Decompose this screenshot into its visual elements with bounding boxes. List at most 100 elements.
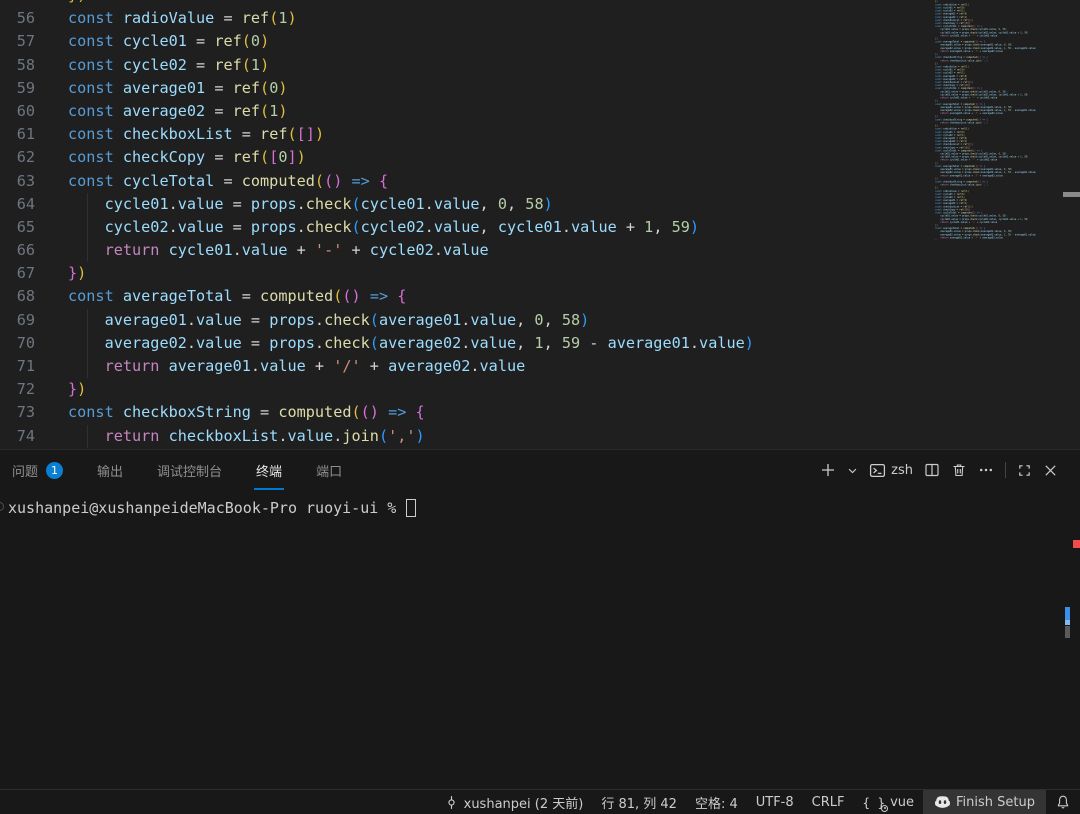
git-commit-icon — [444, 795, 459, 810]
chevron-down-icon — [847, 465, 858, 476]
panel-tabs: 问题 1 输出 调试控制台 终端 端口 — [0, 450, 374, 490]
code-line[interactable]: 66 return cycle01.value + '-' + cycle02.… — [0, 239, 1080, 262]
notifications-bell[interactable] — [1046, 790, 1080, 814]
actions-separator — [1005, 462, 1006, 478]
tab-debug-console-label: 调试控制台 — [157, 461, 222, 480]
indentation-item[interactable]: 空格: 4 — [686, 790, 747, 814]
terminal-overview-error-marker — [1073, 540, 1080, 548]
code-line[interactable]: 60const average02 = ref(1) — [0, 100, 1080, 123]
code-line[interactable]: 68const averageTotal = computed(() => { — [0, 285, 1080, 308]
tab-output[interactable]: 输出 — [95, 450, 125, 490]
line-number: 58 — [0, 54, 35, 77]
panel-more-actions-button[interactable] — [978, 462, 994, 478]
problems-count-badge: 1 — [46, 462, 63, 479]
line-number: 65 — [0, 216, 35, 239]
code-line[interactable]: 65 cycle02.value = props.check(cycle02.v… — [0, 216, 1080, 239]
line-number: 63 — [0, 170, 35, 193]
trash-icon — [951, 462, 967, 478]
bottom-panel: 问题 1 输出 调试控制台 终端 端口 — [0, 449, 1080, 789]
code-line[interactable]: 62const checkCopy = ref([0]) — [0, 146, 1080, 169]
braces-icon: { } — [863, 795, 886, 810]
line-number: 68 — [0, 285, 35, 308]
eol-label: CRLF — [812, 795, 845, 810]
line-number: 59 — [0, 77, 35, 100]
terminal-profile-dropdown[interactable] — [847, 465, 858, 476]
eol-item[interactable]: CRLF — [803, 790, 854, 814]
tab-terminal[interactable]: 终端 — [254, 450, 284, 490]
panel-actions: zsh — [820, 462, 1080, 479]
terminal-scrollbar-thumb[interactable] — [1065, 626, 1070, 638]
terminal-prompt-row: xushanpei@xushanpeideMacBook-Pro ruoyi-u… — [0, 490, 1080, 518]
tab-debug-console[interactable]: 调试控制台 — [155, 450, 224, 490]
new-terminal-button[interactable] — [820, 462, 836, 478]
encoding-label: UTF-8 — [756, 795, 794, 810]
code-line[interactable]: 61const checkboxList = ref([]) — [0, 123, 1080, 146]
tab-ports[interactable]: 端口 — [314, 450, 344, 490]
line-number: 69 — [0, 309, 35, 332]
code-line[interactable]: 69 average01.value = props.check(average… — [0, 309, 1080, 332]
code-line[interactable]: 58const cycle02 = ref(1) — [0, 54, 1080, 77]
line-number: 55 — [0, 0, 35, 7]
code-line[interactable]: 56const radioValue = ref(1) — [0, 7, 1080, 30]
minimap[interactable]: })const radioValue = ref(1)const cycle01… — [935, 0, 1070, 240]
finish-setup-label: Finish Setup — [956, 795, 1035, 810]
tab-problems-label: 问题 — [12, 461, 38, 480]
split-terminal-button[interactable] — [924, 462, 940, 478]
code-lines[interactable]: 55})56const radioValue = ref(1)57const c… — [0, 0, 1080, 448]
line-number: 74 — [0, 425, 35, 448]
tab-problems[interactable]: 问题 1 — [10, 450, 65, 490]
cursor-position-item[interactable]: 行 81, 列 42 — [592, 790, 686, 814]
terminal-scrollbar-command-marker[interactable] — [1065, 607, 1070, 620]
code-line[interactable]: 73const checkboxString = computed(() => … — [0, 401, 1080, 424]
line-number: 66 — [0, 239, 35, 262]
indent-guide — [87, 309, 88, 332]
code-line[interactable]: 63const cycleTotal = computed(() => { — [0, 170, 1080, 193]
terminal-cursor — [406, 499, 416, 517]
git-blame-item[interactable]: xushanpei (2 天前) — [435, 790, 593, 814]
terminal-scrollbar-command-marker-2[interactable] — [1065, 620, 1070, 625]
code-line[interactable]: 57const cycle01 = ref(0) — [0, 30, 1080, 53]
line-number: 64 — [0, 193, 35, 216]
finish-setup-item[interactable]: Finish Setup — [923, 790, 1046, 814]
line-number: 60 — [0, 100, 35, 123]
code-editor[interactable]: 55})56const radioValue = ref(1)57const c… — [0, 0, 1080, 449]
terminal-view[interactable]: xushanpei@xushanpeideMacBook-Pro ruoyi-u… — [0, 490, 1080, 788]
code-line[interactable]: 64 cycle01.value = props.check(cycle01.v… — [0, 193, 1080, 216]
indent-guide — [87, 355, 88, 378]
line-number: 70 — [0, 332, 35, 355]
line-number: 62 — [0, 146, 35, 169]
code-line[interactable]: 72}) — [0, 378, 1080, 401]
indentation-label: 空格: 4 — [695, 793, 738, 812]
bell-icon — [1055, 794, 1071, 810]
line-number: 56 — [0, 7, 35, 30]
indent-guide — [87, 216, 88, 239]
copilot-icon — [934, 794, 951, 811]
line-number: 72 — [0, 378, 35, 401]
close-panel-button[interactable] — [1043, 463, 1058, 478]
code-line[interactable]: 70 average02.value = props.check(average… — [0, 332, 1080, 355]
language-mode-item[interactable]: { } vue — [854, 790, 924, 814]
tab-ports-label: 端口 — [316, 461, 342, 480]
encoding-item[interactable]: UTF-8 — [747, 790, 803, 814]
code-line[interactable]: 55}) — [0, 0, 1080, 7]
terminal-instance-item[interactable]: zsh — [869, 462, 913, 479]
tab-terminal-label: 终端 — [256, 461, 282, 480]
git-blame-label: xushanpei (2 天前) — [464, 793, 584, 812]
terminal-icon — [869, 462, 886, 479]
indent-guide — [87, 332, 88, 355]
indent-guide — [87, 193, 88, 216]
shell-name: zsh — [891, 463, 913, 478]
code-line[interactable]: 59const average01 = ref(0) — [0, 77, 1080, 100]
line-number: 73 — [0, 401, 35, 424]
close-icon — [1043, 463, 1058, 478]
ellipsis-icon — [978, 462, 994, 478]
code-line[interactable]: 71 return average01.value + '/' + averag… — [0, 355, 1080, 378]
terminal-prompt: xushanpei@xushanpeideMacBook-Pro ruoyi-u… — [8, 498, 405, 518]
kill-terminal-button[interactable] — [951, 462, 967, 478]
code-line[interactable]: 74 return checkboxList.value.join(',') — [0, 425, 1080, 448]
status-bar: xushanpei (2 天前) 行 81, 列 42 空格: 4 UTF-8 … — [0, 789, 1080, 814]
indent-guide — [87, 425, 88, 448]
code-line[interactable]: 67}) — [0, 262, 1080, 285]
line-number: 57 — [0, 30, 35, 53]
maximize-panel-button[interactable] — [1017, 463, 1032, 478]
